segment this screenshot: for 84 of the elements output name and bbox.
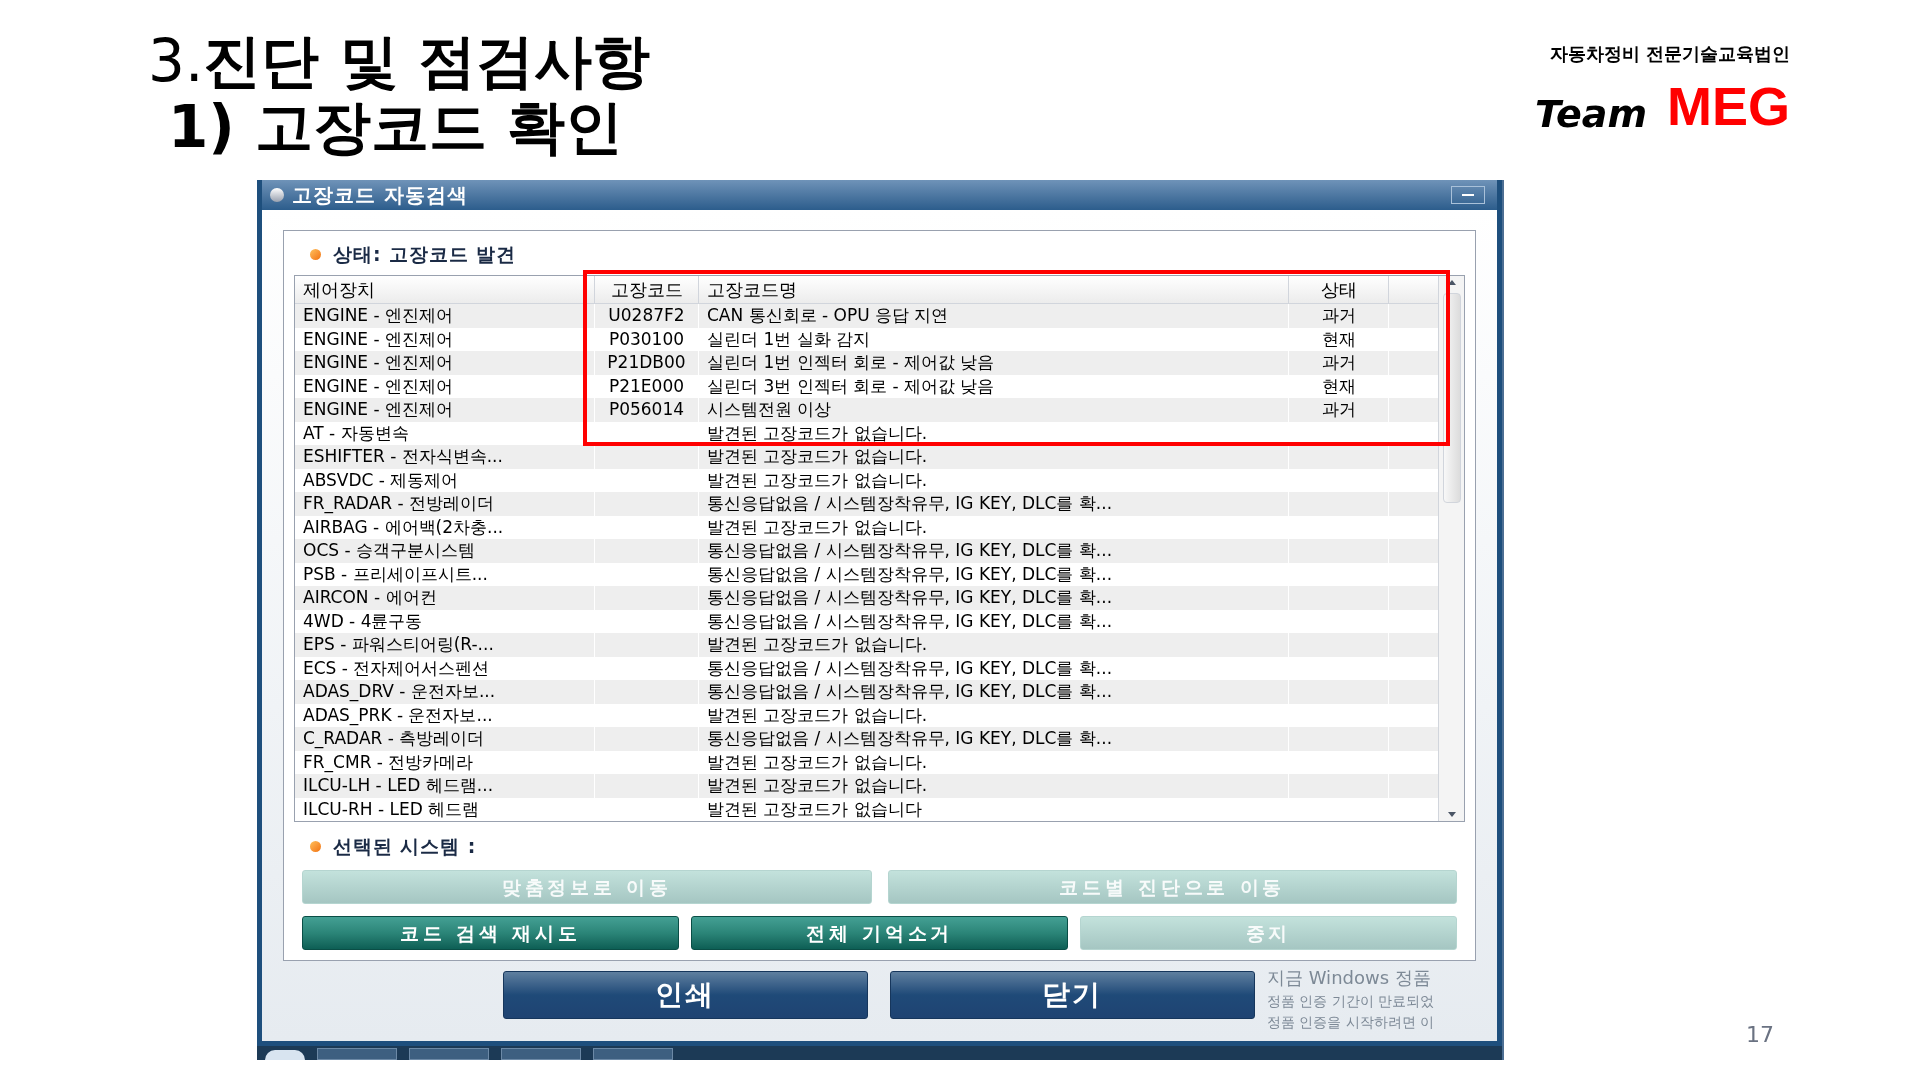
column-header[interactable]: 상태: [1289, 276, 1389, 303]
table-cell: ADAS_PRK - 운전자보...: [303, 704, 493, 725]
table-cell: ADAS_DRV - 운전자보...: [303, 681, 496, 701]
table-cell: 발견된 고장코드가 없습니다.: [707, 751, 928, 772]
table-cell: 발견된 고장코드가 없습니다.: [707, 422, 928, 443]
taskbar-button[interactable]: [409, 1048, 489, 1060]
slide-title: 1) 고장코드 확인: [168, 94, 625, 160]
table-cell: 과거: [1321, 352, 1356, 372]
table-cell: 통신응답없음 / 시스템장착유무, IG KEY, DLC를 확...: [707, 610, 1113, 631]
dialog-button[interactable]: 인쇄: [503, 971, 868, 1019]
slide-title: 3.진단 및 점검사항: [148, 28, 650, 94]
bullet-icon: [310, 248, 321, 260]
table-cell: OCS - 승객구분시스템: [303, 540, 475, 560]
logo-text: Team: [1534, 95, 1647, 133]
column-header[interactable]: 고장코드명: [699, 276, 1289, 303]
status-label: 상태: 고장코드 발견: [333, 241, 517, 267]
table-cell: 현재: [1321, 375, 1356, 396]
activation-notice: 정품 인증 기간이 만료되었: [1267, 992, 1435, 1011]
table-cell: 통신응답없음 / 시스템장착유무, IG KEY, DLC를 확...: [707, 657, 1113, 678]
table-cell: 발견된 고장코드가 없습니다.: [707, 775, 928, 795]
table-cell: 통신응답없음 / 시스템장착유무, IG KEY, DLC를 확...: [707, 563, 1113, 584]
activation-notice: 정품 인증을 시작하려면 이: [1267, 1013, 1435, 1032]
column-header[interactable]: 제어장치: [295, 276, 595, 303]
table-cell: ESHIFTER - 전자식변속...: [303, 446, 503, 466]
table-cell: AIRBAG - 에어백(2차충...: [303, 516, 504, 537]
table-cell: EPS - 파워스티어링(R-...: [303, 634, 494, 654]
taskbar-button[interactable]: [317, 1048, 397, 1060]
column-header[interactable]: 고장코드: [595, 276, 699, 303]
organization-name: 자동차정비 전문기술교육법인: [1549, 42, 1790, 66]
dialog-button[interactable]: 닫기: [890, 971, 1255, 1019]
table-cell: C_RADAR - 측방레이더: [303, 728, 485, 748]
table-cell: 과거: [1321, 399, 1356, 419]
activation-notice: 지금 Windows 정품: [1267, 966, 1431, 990]
logo-text: MEG: [1667, 79, 1790, 133]
selected-system-label: 선택된 시스템 :: [333, 833, 477, 859]
table-cell: ENGINE - 엔진제어: [303, 352, 454, 372]
table-cell: 발견된 고장코드가 없습니다.: [707, 634, 928, 654]
table-cell: 4WD - 4륜구동: [303, 610, 423, 631]
table-cell: 과거: [1321, 305, 1356, 325]
table-cell: FR_CMR - 전방카메라: [303, 751, 474, 772]
table-cell: AT - 자동변속: [303, 422, 409, 443]
table-cell: P21E000: [608, 375, 685, 396]
table-cell: 발견된 고장코드가 없습니다.: [707, 469, 928, 490]
table-cell: ILCU-RH - LED 헤드램: [303, 798, 480, 819]
table-cell: 실린더 3번 인젝터 회로 - 제어값 낮음: [707, 375, 995, 396]
taskbar-button[interactable]: [593, 1048, 673, 1060]
table-cell: PSB - 프리세이프시트...: [303, 563, 488, 584]
table-cell: ILCU-LH - LED 헤드램...: [303, 775, 494, 795]
minimize-button[interactable]: [1451, 186, 1485, 204]
table-cell: 발견된 고장코드가 없습니다.: [707, 704, 928, 725]
table-cell: ENGINE - 엔진제어: [303, 375, 454, 396]
start-button[interactable]: [265, 1050, 305, 1060]
table-cell: 시스템전원 이상: [707, 399, 832, 419]
table-cell: 통신응답없음 / 시스템장착유무, IG KEY, DLC를 확...: [707, 728, 1113, 748]
table-cell: 실린더 1번 인젝터 회로 - 제어값 낮음: [707, 352, 995, 372]
table-cell: CAN 통신회로 - OPU 응답 지연: [707, 305, 949, 325]
table-cell: 통신응답없음 / 시스템장착유무, IG KEY, DLC를 확...: [707, 587, 1113, 607]
table-cell: 발견된 고장코드가 없습니다: [707, 798, 922, 819]
table-cell: 통신응답없음 / 시스템장착유무, IG KEY, DLC를 확...: [707, 681, 1113, 701]
scrollbar[interactable]: [1438, 276, 1464, 821]
window-title: 고장코드 자동검색: [292, 182, 468, 209]
table-cell: P030100: [608, 328, 685, 349]
table-cell: 통신응답없음 / 시스템장착유무, IG KEY, DLC를 확...: [707, 540, 1113, 560]
table-cell: 통신응답없음 / 시스템장착유무, IG KEY, DLC를 확...: [707, 493, 1113, 513]
table-cell: ENGINE - 엔진제어: [303, 328, 454, 349]
table-cell: U0287F2: [608, 305, 685, 325]
action-button[interactable]: 코드 검색 재시도: [302, 916, 679, 950]
table-cell: AIRCON - 에어컨: [303, 587, 437, 607]
bullet-icon: [310, 840, 321, 852]
page-number: 17: [1746, 1021, 1774, 1049]
taskbar-button[interactable]: [501, 1048, 581, 1060]
table-cell: ECS - 전자제어서스펜션: [303, 657, 490, 678]
action-button[interactable]: 전체 기억소거: [691, 916, 1068, 950]
table-cell: 현재: [1321, 328, 1356, 349]
table-cell: FR_RADAR - 전방레이더: [303, 493, 495, 513]
table-cell: ABSVDC - 제동제어: [303, 469, 459, 490]
table-cell: ENGINE - 엔진제어: [303, 399, 454, 419]
table-cell: P21DB00: [607, 352, 686, 372]
table-cell: ENGINE - 엔진제어: [303, 305, 454, 325]
table-cell: 실린더 1번 실화 감지: [707, 328, 871, 349]
table-cell: P056014: [608, 399, 685, 419]
table-cell: 발견된 고장코드가 없습니다.: [707, 446, 928, 466]
table-cell: 발견된 고장코드가 없습니다.: [707, 516, 928, 537]
window-icon: [270, 188, 284, 202]
